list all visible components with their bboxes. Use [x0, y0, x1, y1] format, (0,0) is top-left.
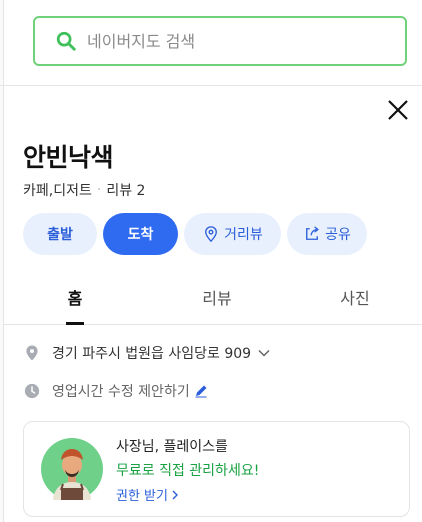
tab-bar: 홈 리뷰 사진	[4, 270, 422, 325]
hours-row[interactable]: 영업시간 수정 제안하기	[23, 381, 208, 401]
owner-card-subtitle: 무료로 직접 관리하세요!	[116, 463, 260, 479]
arrive-label: 도착	[127, 227, 154, 243]
chevron-down-icon	[258, 349, 270, 357]
owner-avatar	[41, 438, 103, 500]
depart-button[interactable]: 출발	[23, 213, 97, 255]
search-bar-area	[0, 0, 422, 86]
place-meta: 카페,디저트 · 리뷰 2	[23, 180, 145, 200]
pencil-icon	[195, 385, 207, 398]
meta-separator: ·	[96, 182, 102, 198]
search-icon	[56, 31, 76, 51]
review-count-link[interactable]: 리뷰 2	[106, 180, 145, 200]
location-pin-icon	[26, 345, 38, 361]
owner-card-title: 사장님, 플레이스를	[116, 439, 228, 455]
search-input[interactable]	[87, 31, 367, 51]
place-category: 카페,디저트	[23, 183, 92, 199]
get-permission-label: 권한 받기	[116, 489, 168, 504]
place-title: 안빈낙색	[23, 143, 114, 172]
share-icon	[306, 226, 319, 240]
get-permission-link[interactable]: 권한 받기	[116, 485, 180, 504]
tab-photo[interactable]: 사진	[288, 270, 422, 324]
address-text: 경기 파주시 법원읍 사임당로 909	[52, 346, 252, 362]
clock-icon	[24, 383, 40, 399]
arrive-button[interactable]: 도착	[103, 213, 178, 255]
depart-label: 출발	[47, 227, 73, 243]
street-view-button[interactable]: 거리뷰	[184, 213, 281, 255]
chevron-right-icon	[172, 490, 178, 499]
tab-review[interactable]: 리뷰	[146, 270, 288, 324]
street-view-label: 거리뷰	[224, 227, 263, 243]
location-pin-icon	[205, 226, 218, 243]
tab-home[interactable]: 홈	[4, 270, 146, 325]
address-row[interactable]: 경기 파주시 법원읍 사임당로 909	[23, 343, 271, 363]
action-buttons: 출발 도착 거리뷰 공유	[23, 213, 367, 255]
share-label: 공유	[325, 227, 351, 243]
hours-suggest-text: 영업시간 수정 제안하기	[52, 384, 190, 400]
close-icon[interactable]	[385, 97, 411, 123]
share-button[interactable]: 공유	[287, 213, 367, 255]
search-box[interactable]	[33, 16, 407, 66]
owner-promo-card[interactable]: 사장님, 플레이스를 무료로 직접 관리하세요! 권한 받기	[23, 421, 410, 517]
